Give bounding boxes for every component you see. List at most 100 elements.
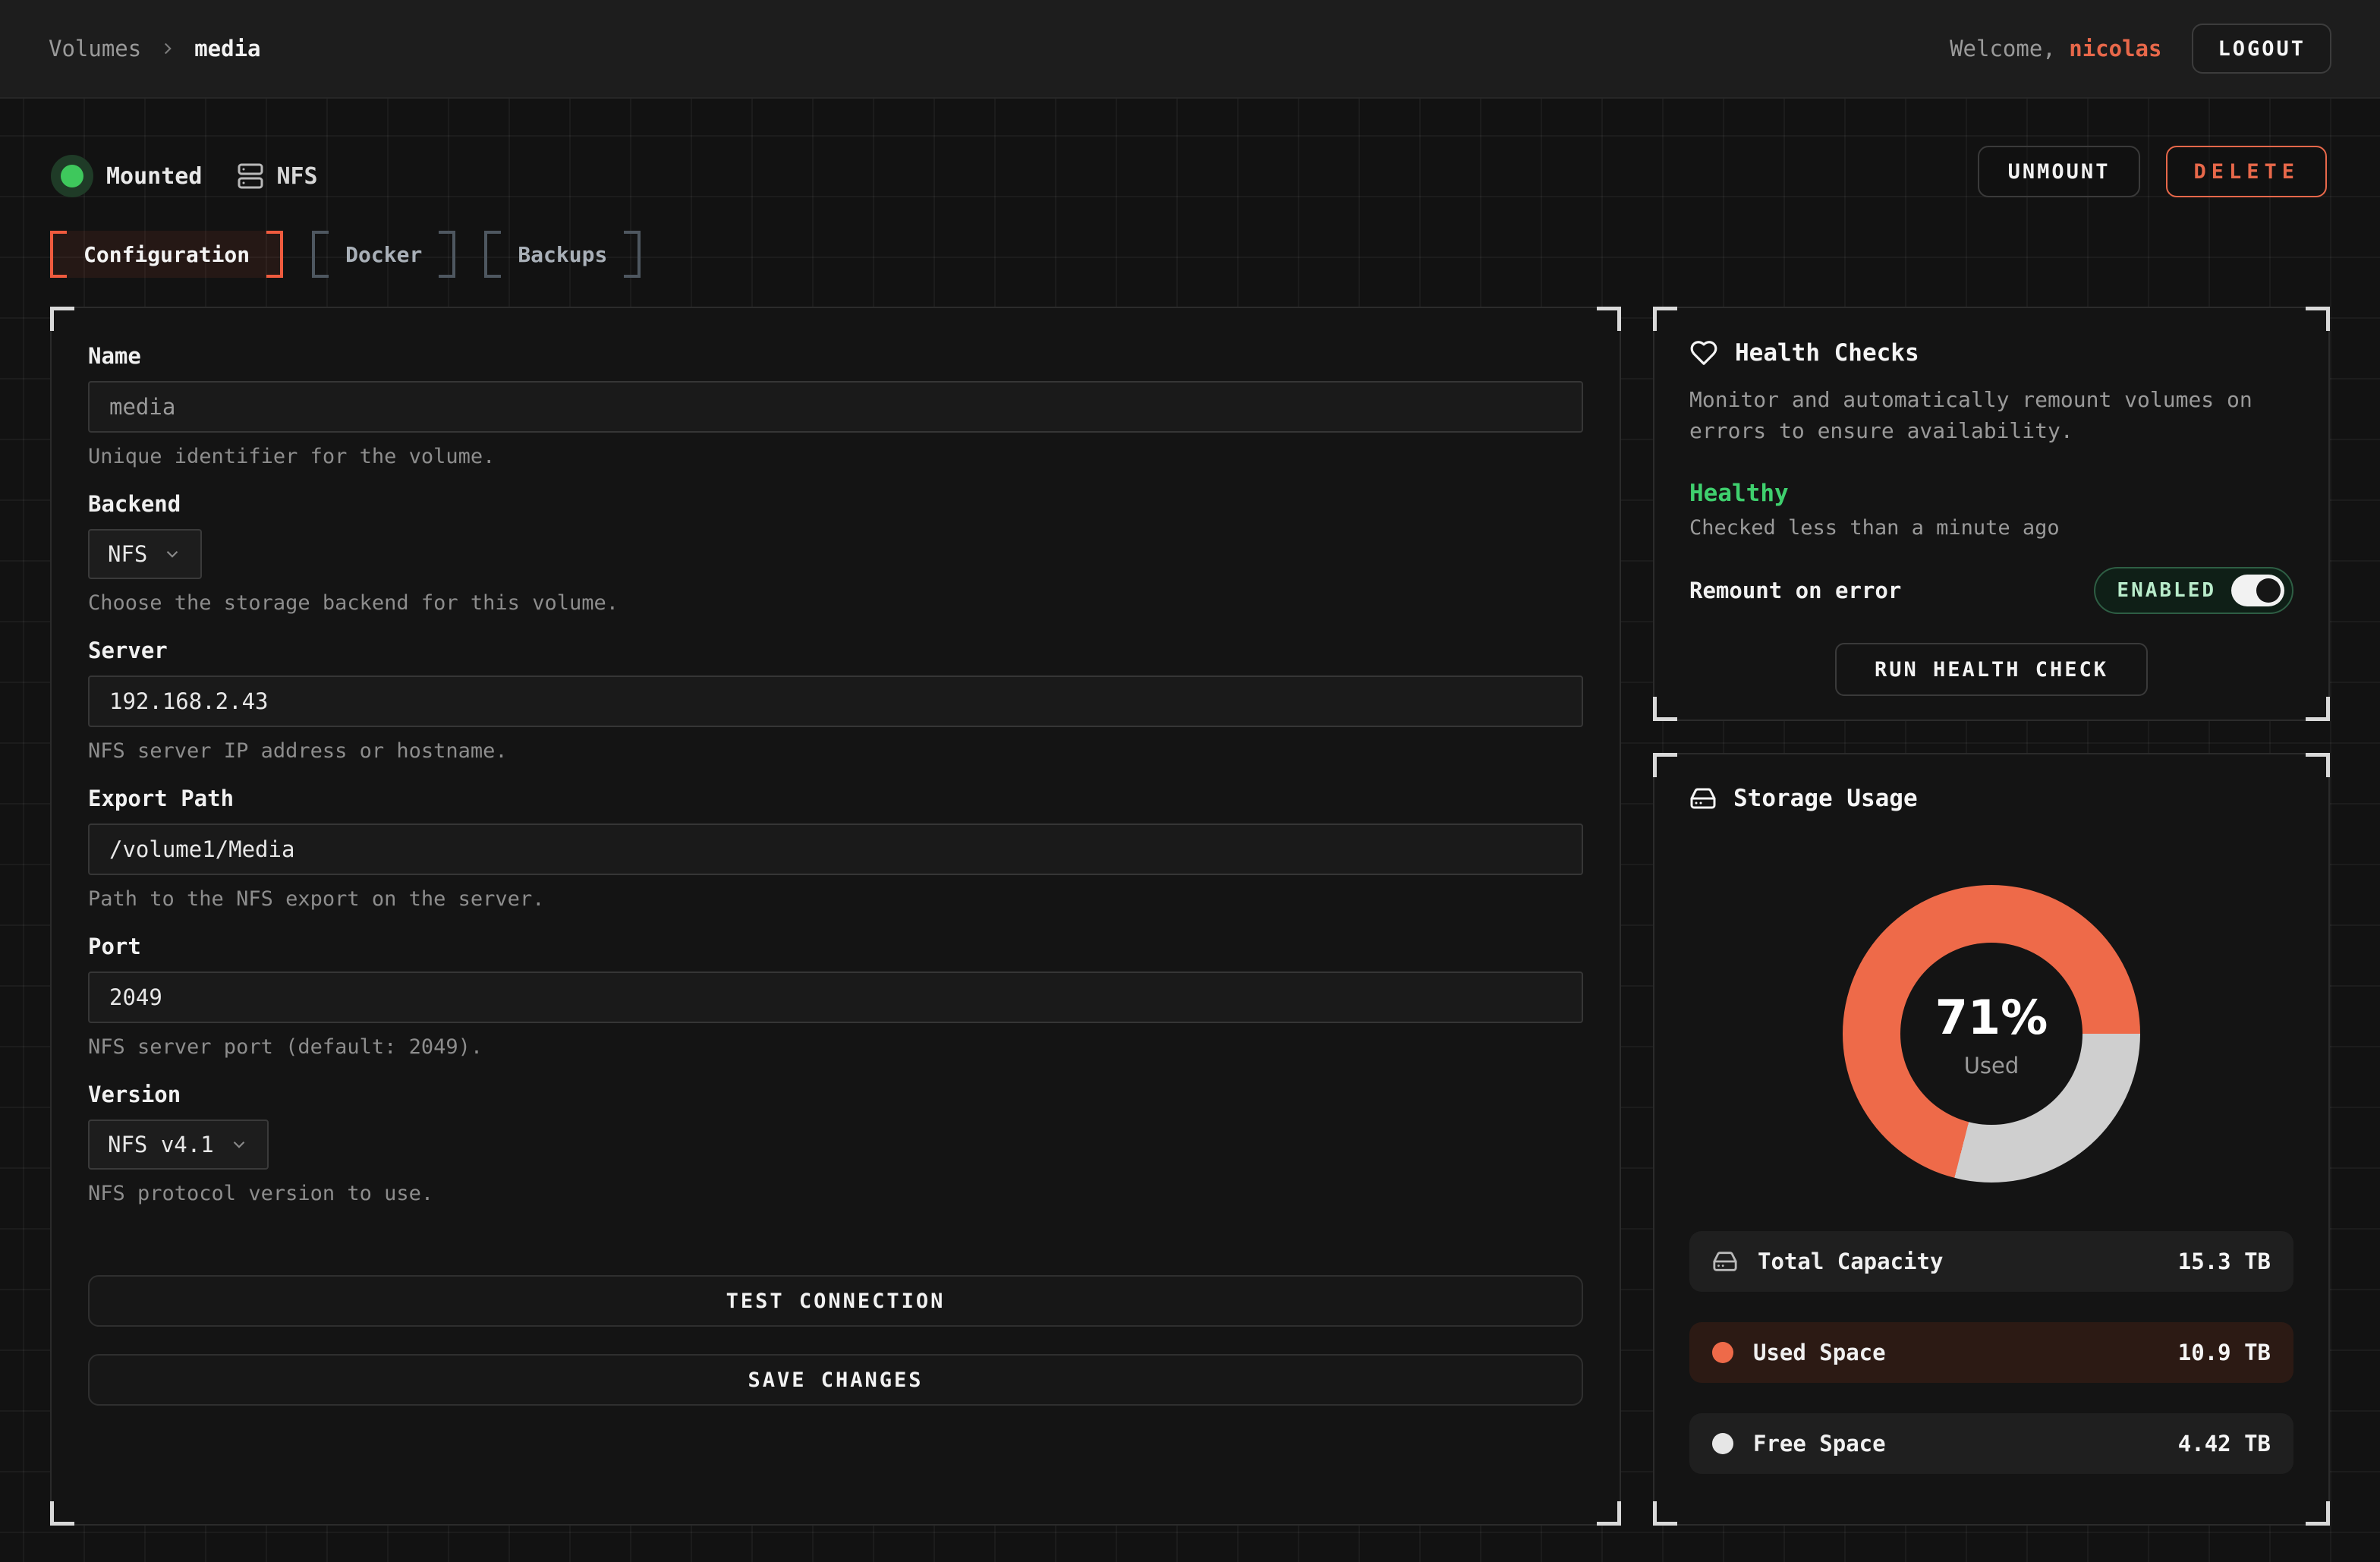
backend-select[interactable]: NFS	[88, 529, 202, 579]
total-capacity-row: Total Capacity 15.3 TB	[1689, 1231, 2293, 1292]
content-columns: Name Unique identifier for the volume. B…	[50, 307, 2330, 1526]
hard-drive-icon	[1712, 1249, 1738, 1274]
health-status-badge: Healthy	[1689, 480, 2293, 507]
username: nicolas	[2069, 36, 2161, 61]
save-changes-button[interactable]: SAVE CHANGES	[88, 1354, 1583, 1406]
port-help: NFS server port (default: 2049).	[88, 1035, 1583, 1059]
corner-bracket-decoration	[50, 1501, 74, 1526]
run-health-check-button[interactable]: RUN HEALTH CHECK	[1835, 643, 2148, 696]
chevron-down-icon	[229, 1135, 249, 1154]
mounted-status-dot	[61, 165, 83, 187]
volume-detail-page: Volumes media Welcome, nicolas LOGOUT Mo…	[0, 0, 2380, 1562]
remount-toggle-state-label: ENABLED	[2117, 579, 2216, 602]
tab-backups[interactable]: Backups	[484, 231, 641, 278]
total-capacity-value: 15.3 TB	[2178, 1249, 2271, 1274]
server-input[interactable]	[88, 676, 1583, 727]
corner-bracket-decoration	[2306, 1501, 2330, 1526]
free-space-dot	[1712, 1433, 1733, 1454]
server-icon	[237, 162, 264, 190]
free-space-label: Free Space	[1753, 1431, 1886, 1457]
toggle-switch	[2231, 575, 2284, 606]
toggle-switch-knob	[2256, 578, 2281, 603]
storage-percent-used: 71%	[1935, 990, 2048, 1045]
storage-usage-title: Storage Usage	[1733, 785, 1918, 812]
welcome-text: Welcome, nicolas	[1950, 36, 2161, 61]
tab-bar: Configuration Docker Backups	[50, 231, 2330, 278]
page-content: Mounted NFS UNMOUNT DELETE Configuration…	[0, 99, 2380, 1562]
port-label: Port	[88, 934, 1583, 959]
total-capacity-label: Total Capacity	[1758, 1249, 1943, 1274]
health-checks-title: Health Checks	[1735, 339, 1919, 367]
backend-label: Backend	[88, 491, 1583, 517]
export-path-help: Path to the NFS export on the server.	[88, 887, 1583, 911]
export-path-field: Export Path Path to the NFS export on th…	[88, 786, 1583, 911]
used-space-row: Used Space 10.9 TB	[1689, 1322, 2293, 1383]
delete-button[interactable]: DELETE	[2166, 146, 2327, 197]
remount-on-error-label: Remount on error	[1689, 578, 1901, 603]
breadcrumb: Volumes media	[49, 36, 261, 61]
storage-donut-center: 71% Used	[1900, 943, 2082, 1125]
health-checks-card: Health Checks Monitor and automatically …	[1653, 307, 2330, 721]
right-column: Health Checks Monitor and automatically …	[1653, 307, 2330, 1526]
health-checks-title-row: Health Checks	[1689, 339, 2293, 367]
chevron-down-icon	[162, 544, 182, 564]
version-select-value: NFS v4.1	[108, 1132, 214, 1157]
used-space-value: 10.9 TB	[2178, 1340, 2271, 1365]
storage-usage-card: Storage Usage 71% Used	[1653, 753, 2330, 1526]
port-field: Port NFS server port (default: 2049).	[88, 934, 1583, 1059]
name-field: Name Unique identifier for the volume.	[88, 343, 1583, 468]
corner-bracket-decoration	[1597, 1501, 1621, 1526]
health-last-checked: Checked less than a minute ago	[1689, 516, 2293, 540]
export-path-input[interactable]	[88, 824, 1583, 875]
logout-button[interactable]: LOGOUT	[2192, 24, 2331, 74]
storage-usage-title-row: Storage Usage	[1689, 785, 2293, 812]
name-input[interactable]	[88, 381, 1583, 433]
backend-select-value: NFS	[108, 541, 147, 567]
corner-bracket-decoration	[50, 307, 74, 331]
corner-bracket-decoration	[1653, 753, 1677, 777]
unmount-button[interactable]: UNMOUNT	[1978, 146, 2141, 197]
mounted-status: Mounted	[50, 163, 202, 190]
version-label: Version	[88, 1082, 1583, 1107]
backend-badge-label: NFS	[276, 163, 317, 190]
tab-configuration[interactable]: Configuration	[50, 231, 283, 278]
export-path-label: Export Path	[88, 786, 1583, 811]
version-help: NFS protocol version to use.	[88, 1182, 1583, 1205]
backend-field: Backend NFS Choose the storage backend f…	[88, 491, 1583, 615]
test-connection-button[interactable]: TEST CONNECTION	[88, 1275, 1583, 1327]
breadcrumb-current: media	[194, 36, 260, 61]
used-space-label: Used Space	[1753, 1340, 1886, 1365]
storage-percent-caption: Used	[1964, 1053, 2020, 1079]
volume-actions: UNMOUNT DELETE	[1978, 146, 2327, 197]
free-space-value: 4.42 TB	[2178, 1431, 2271, 1457]
storage-donut-chart: 71% Used	[1843, 885, 2140, 1183]
corner-bracket-decoration	[1597, 307, 1621, 331]
breadcrumb-volumes-link[interactable]: Volumes	[49, 36, 141, 61]
backend-help: Choose the storage backend for this volu…	[88, 591, 1583, 615]
name-label: Name	[88, 343, 1583, 369]
top-bar-right: Welcome, nicolas LOGOUT	[1950, 24, 2331, 74]
hard-drive-icon	[1689, 785, 1717, 812]
health-checks-description: Monitor and automatically remount volume…	[1689, 384, 2293, 446]
mounted-status-label: Mounted	[106, 163, 202, 190]
server-label: Server	[88, 638, 1583, 663]
configuration-panel: Name Unique identifier for the volume. B…	[50, 307, 1621, 1526]
corner-bracket-decoration	[1653, 1501, 1677, 1526]
corner-bracket-decoration	[1653, 697, 1677, 721]
heart-icon	[1689, 339, 1718, 367]
backend-badge: NFS	[237, 162, 317, 190]
tab-docker[interactable]: Docker	[312, 231, 455, 278]
corner-bracket-decoration	[2306, 697, 2330, 721]
remount-on-error-row: Remount on error ENABLED	[1689, 567, 2293, 614]
version-field: Version NFS v4.1 NFS protocol version to…	[88, 1082, 1583, 1205]
corner-bracket-decoration	[2306, 307, 2330, 331]
server-help: NFS server IP address or hostname.	[88, 739, 1583, 763]
free-space-row: Free Space 4.42 TB	[1689, 1413, 2293, 1474]
remount-toggle[interactable]: ENABLED	[2094, 567, 2293, 614]
version-select[interactable]: NFS v4.1	[88, 1120, 269, 1170]
chevron-right-icon	[158, 39, 178, 58]
top-bar: Volumes media Welcome, nicolas LOGOUT	[0, 0, 2380, 99]
name-help: Unique identifier for the volume.	[88, 445, 1583, 468]
used-space-dot	[1712, 1342, 1733, 1363]
port-input[interactable]	[88, 972, 1583, 1023]
